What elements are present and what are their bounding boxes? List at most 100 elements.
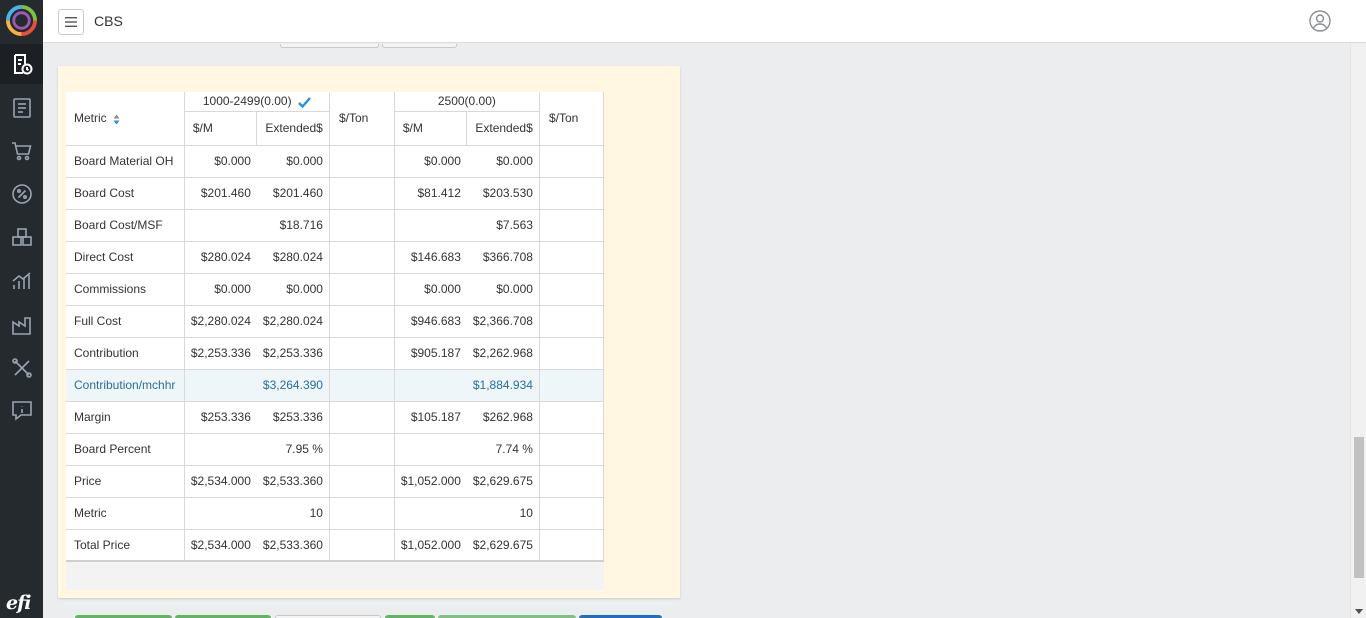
- cell-g2-ton: [539, 433, 605, 466]
- cell-g2-m: $1,052.000: [394, 465, 467, 498]
- cell-g1-m: $0.000: [184, 145, 257, 178]
- cell-g1-ext: $201.460: [256, 177, 330, 210]
- cell-g1-ton: [329, 369, 395, 402]
- sidebar-item-production[interactable]: [0, 305, 43, 345]
- sidebar-item-tools[interactable]: [0, 348, 43, 388]
- cell-g2-m: [394, 497, 467, 530]
- cell-g2-m: [394, 369, 467, 402]
- cell-g2-ton: [539, 177, 605, 210]
- column-header-extended-1: Extended$: [256, 111, 330, 146]
- quote-icon: [13, 54, 32, 75]
- cell-g2-m: $905.187: [394, 337, 467, 370]
- cell-g2-ext: $262.968: [466, 401, 540, 434]
- cell-g1-ton: [329, 273, 395, 306]
- row-metric-label: Direct Cost: [66, 241, 185, 274]
- sidebar-item-pricing[interactable]: [0, 174, 43, 214]
- cell-g1-m: $2,280.024: [184, 305, 257, 338]
- row-metric-label: Price: [66, 465, 185, 498]
- group1-label: 1000-2499(0.00): [202, 94, 292, 109]
- row-metric-label: Commissions: [66, 273, 185, 306]
- cell-g1-m: [184, 369, 257, 402]
- sidebar-item-inventory[interactable]: [0, 217, 43, 257]
- table-row[interactable]: Full Cost $2,280.024 $2,280.024 $946.683 $2,…: [66, 305, 605, 338]
- boxes-icon: [11, 228, 32, 246]
- row-metric-label: Contribution/mchhr: [66, 369, 185, 402]
- cart-icon: [11, 142, 32, 161]
- per-ton-label: $/Ton: [338, 111, 369, 126]
- table-row[interactable]: Contribution/mchhr $3,264.390 $1,884.934: [66, 369, 605, 402]
- table-row[interactable]: Margin $253.336 $253.336 $105.187 $262.968: [66, 401, 605, 434]
- cell-g1-ext: $0.000: [256, 145, 330, 178]
- table-row[interactable]: Board Percent 7.95 % 7.74 %: [66, 433, 605, 466]
- cell-g1-m: $0.000: [184, 273, 257, 306]
- cell-g1-ton: [329, 433, 395, 466]
- table-row[interactable]: Metric 10 10: [66, 497, 605, 530]
- table-row[interactable]: Total Price $2,534.000 $2,533.360 $1,052.00…: [66, 529, 605, 562]
- cell-g1-ext: $280.024: [256, 241, 330, 274]
- cell-g2-ext: $2,366.708: [466, 305, 540, 338]
- app-logo-icon[interactable]: [6, 5, 37, 36]
- table-row[interactable]: Board Cost $201.460 $201.460 $81.412 $203.53…: [66, 177, 605, 210]
- scrollbar-thumb[interactable]: [1354, 437, 1364, 578]
- column-header-per-ton-2: $/Ton: [538, 92, 605, 146]
- user-avatar-icon[interactable]: [1309, 10, 1331, 32]
- cell-g1-ton: [329, 145, 395, 178]
- table-row[interactable]: Commissions $0.000 $0.000 $0.000 $0.000: [66, 273, 605, 306]
- table-row[interactable]: Contribution $2,253.336 $2,253.336 $905.187…: [66, 337, 605, 370]
- percent-icon: [11, 184, 32, 204]
- column-header-metric[interactable]: Metric: [66, 92, 185, 146]
- cell-g2-m: $0.000: [394, 145, 467, 178]
- table-row[interactable]: Price $2,534.000 $2,533.360 $1,052.000 $2,62…: [66, 465, 605, 498]
- row-metric-label: Contribution: [66, 337, 185, 370]
- cell-g2-ton: [539, 465, 605, 498]
- row-metric-label: Metric: [66, 497, 185, 530]
- metric-header-label: Metric: [74, 111, 107, 126]
- cell-g2-ton: [539, 241, 605, 274]
- column-group-header-1: 1000-2499(0.00): [183, 92, 330, 112]
- cell-g1-ton: [329, 529, 395, 562]
- cell-g2-ext: $7.563: [466, 209, 540, 242]
- table-row[interactable]: Board Cost/MSF $18.716 $7.563: [66, 209, 605, 242]
- cell-g2-m: $81.412: [394, 177, 467, 210]
- column-header-per-m-2: $/M: [393, 111, 468, 146]
- cell-g2-ext: $203.530: [466, 177, 540, 210]
- cell-g1-m: [184, 433, 257, 466]
- row-metric-label: Board Percent: [66, 433, 185, 466]
- row-metric-label: Margin: [66, 401, 185, 434]
- sidebar-item-info[interactable]: [0, 390, 43, 430]
- row-metric-label: Full Cost: [66, 305, 185, 338]
- cell-g2-ext: 10: [466, 497, 540, 530]
- cell-g2-ext: $366.708: [466, 241, 540, 274]
- sidebar-item-orders[interactable]: [0, 131, 43, 171]
- document-list-icon: [12, 98, 31, 118]
- menu-toggle-button[interactable]: [58, 9, 84, 35]
- column-header-extended-2: Extended$: [466, 111, 540, 146]
- cell-g2-ton: [539, 209, 605, 242]
- cell-g2-ext: $2,262.968: [466, 337, 540, 370]
- cell-g2-ext: $0.000: [466, 273, 540, 306]
- table-row[interactable]: Direct Cost $280.024 $280.024 $146.683 $366.…: [66, 241, 605, 274]
- sort-icon[interactable]: [113, 114, 120, 125]
- cell-g1-m: $280.024: [184, 241, 257, 274]
- analytics-icon: [11, 272, 31, 289]
- table-row[interactable]: Board Material OH $0.000 $0.000 $0.000 $0.00…: [66, 145, 605, 178]
- cell-g2-ton: [539, 529, 605, 562]
- cell-g1-ton: [329, 209, 395, 242]
- sidebar: efi: [0, 0, 43, 618]
- scroll-down-arrow-icon[interactable]: [1355, 609, 1363, 614]
- page-scrollbar[interactable]: [1350, 44, 1366, 618]
- sidebar-item-analytics[interactable]: [0, 261, 43, 301]
- sidebar-item-documents[interactable]: [0, 88, 43, 128]
- main-content: Metric 1000-2499(0.00) $/Ton 2500(0.00) …: [43, 44, 1350, 618]
- cell-g2-ton: [539, 369, 605, 402]
- toolbar-button-partial[interactable]: [280, 44, 379, 48]
- cell-g1-ton: [329, 241, 395, 274]
- info-icon: [11, 401, 32, 421]
- cell-g1-ton: [329, 401, 395, 434]
- toolbar-button-partial[interactable]: [382, 44, 457, 48]
- cell-g1-m: $2,534.000: [184, 529, 257, 562]
- column-header-per-ton-1: $/Ton: [328, 92, 395, 146]
- sidebar-item-quotes[interactable]: [0, 44, 43, 84]
- cell-g2-m: $105.187: [394, 401, 467, 434]
- cell-g2-ext: $0.000: [466, 145, 540, 178]
